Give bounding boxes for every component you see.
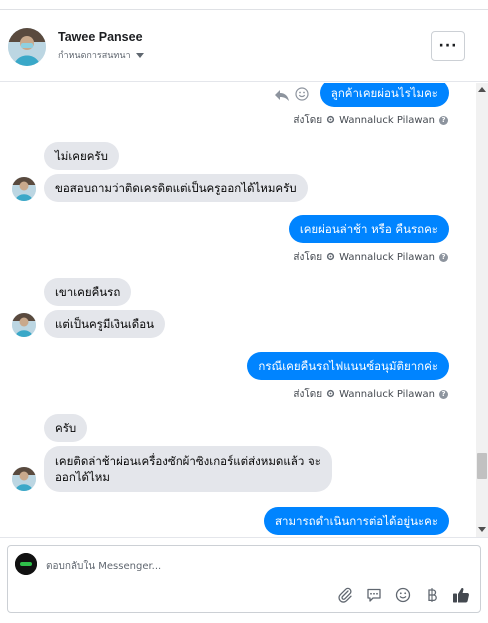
baht-icon[interactable] [422, 585, 441, 604]
contact-name[interactable]: Tawee Pansee [58, 30, 143, 44]
info-icon[interactable]: ? [439, 390, 448, 399]
sent-by-gear-icon [326, 389, 335, 401]
sender-name: Wannaluck Pilawan [339, 389, 435, 400]
reply-icon[interactable] [275, 86, 289, 105]
sent-by-prefix: ส่งโดย [293, 115, 323, 126]
sent-by-label: ส่งโดย Wannaluck Pilawan ? [293, 250, 448, 265]
sent-by-gear-icon [326, 252, 335, 264]
info-icon[interactable]: ? [439, 116, 448, 125]
message-incoming[interactable]: แต่เป็นครูมีเงินเดือน [44, 310, 165, 338]
react-smiley-icon[interactable] [295, 86, 309, 105]
more-options-button[interactable]: ··· [431, 31, 465, 61]
contact-avatar-small[interactable] [12, 467, 36, 491]
sent-by-gear-icon [326, 115, 335, 127]
message-incoming[interactable]: เขาเคยคืนรถ [44, 278, 132, 306]
composer-toolbar [335, 585, 470, 604]
conversation-header: Tawee Pansee กำหนดการสนทนา ··· [0, 11, 488, 82]
reply-composer: ตอบกลับใน Messenger... [7, 545, 481, 613]
chevron-down-icon[interactable] [135, 52, 144, 58]
message-outgoing[interactable]: กรณีเคยคืนรถไฟแนนซ์อนุมัติยากค่ะ [247, 352, 449, 380]
divider [0, 537, 488, 538]
message-thread: ลูกค้าเคยผ่อนไรไมคะ ส่งโดย Wannaluck Pil… [0, 83, 476, 537]
message-outgoing[interactable]: ลูกค้าเคยผ่อนไรไมคะ [319, 83, 449, 107]
info-icon[interactable]: ? [439, 253, 448, 262]
scroll-down-arrow-icon[interactable] [478, 527, 486, 532]
smiley-icon[interactable] [393, 585, 412, 604]
message-incoming[interactable]: ขอสอบถามว่าติดเครดิตแต่เป็นครูออกได้ไหมค… [44, 174, 308, 202]
sent-by-prefix: ส่งโดย [293, 389, 323, 400]
conversation-schedule[interactable]: กำหนดการสนทนา [58, 48, 144, 62]
thumbs-up-icon[interactable] [451, 585, 470, 604]
message-actions [275, 86, 309, 105]
chat-bubble-icon[interactable] [364, 585, 383, 604]
sent-by-label: ส่งโดย Wannaluck Pilawan ? [293, 387, 448, 402]
top-edge [0, 0, 488, 10]
message-outgoing[interactable]: สามารถดำเนินการต่อได้อยู่นะคะ [263, 507, 449, 535]
paperclip-icon[interactable] [335, 585, 354, 604]
message-incoming[interactable]: ครับ [44, 414, 88, 442]
contact-avatar-small[interactable] [12, 177, 36, 201]
message-incoming[interactable]: เคยติดล่าช้าผ่อนเครื่องซักผ้าซิงเกอร์แต่… [44, 446, 332, 492]
sender-name: Wannaluck Pilawan [339, 252, 435, 263]
sent-by-prefix: ส่งโดย [293, 252, 323, 263]
scroll-up-arrow-icon[interactable] [478, 87, 486, 92]
sender-name: Wannaluck Pilawan [339, 115, 435, 126]
schedule-label: กำหนดการสนทนา [58, 51, 131, 61]
message-outgoing[interactable]: เคยผ่อนล่าช้า หรือ คืนรถคะ [288, 215, 449, 243]
reply-input[interactable]: ตอบกลับใน Messenger... [46, 559, 161, 574]
sent-by-label: ส่งโดย Wannaluck Pilawan ? [293, 113, 448, 128]
contact-avatar[interactable] [8, 28, 46, 66]
contact-avatar-small[interactable] [12, 313, 36, 337]
thread-scrollbar[interactable] [476, 83, 488, 537]
page-avatar [15, 553, 37, 575]
message-incoming[interactable]: ไม่เคยครับ [44, 142, 119, 170]
scroll-thumb[interactable] [477, 453, 487, 479]
